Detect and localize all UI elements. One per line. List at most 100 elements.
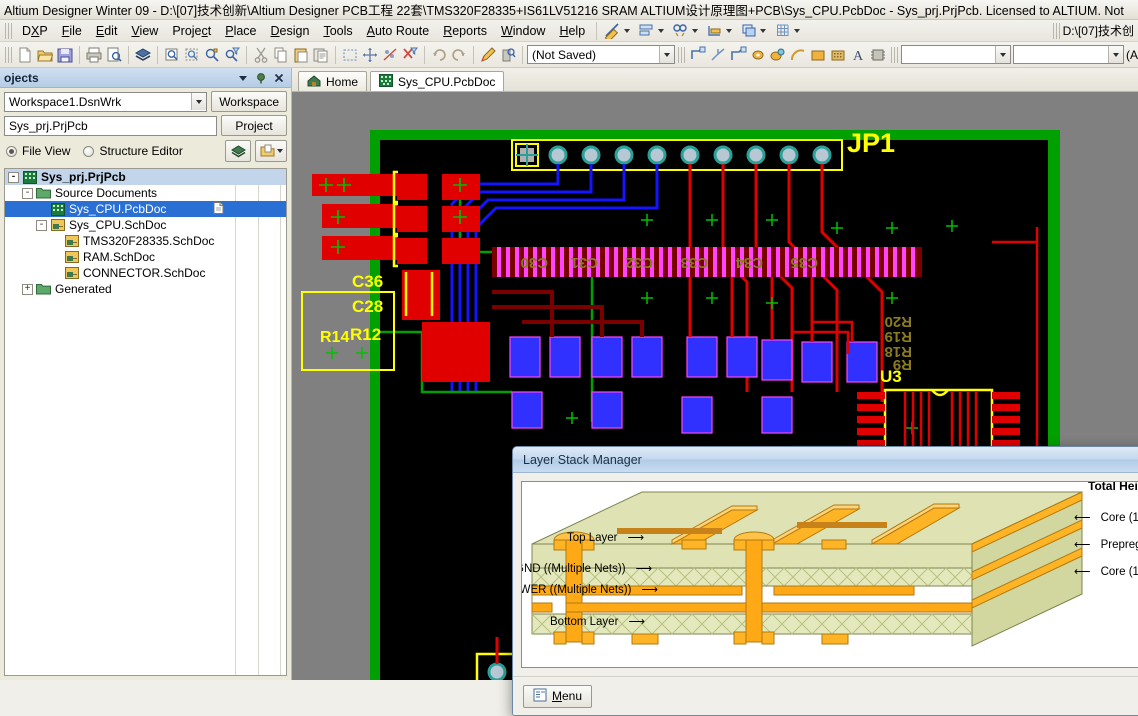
tab-sys-cpu-pcbdoc[interactable]: Sys_CPU.PcbDoc [370, 71, 505, 91]
project-combo[interactable]: Sys_prj.PrjPcb [4, 115, 217, 136]
redo-icon[interactable] [449, 45, 469, 65]
place-fill-icon[interactable] [808, 45, 828, 65]
workspace-button[interactable]: Workspace [211, 91, 287, 112]
close-icon[interactable] [272, 71, 286, 85]
open-folder-icon[interactable] [35, 45, 55, 65]
collapse-toggle-icon[interactable]: - [8, 171, 19, 183]
inspector-icon[interactable] [498, 45, 518, 65]
place-arc-track-icon[interactable] [728, 45, 748, 65]
place-string-icon[interactable]: A [848, 45, 868, 65]
workspace-combo[interactable]: Workspace1.DsnWrk [4, 91, 208, 112]
place-arc-icon[interactable] [788, 45, 808, 65]
secondary-combo[interactable] [1013, 45, 1124, 64]
menu-help[interactable]: Help [552, 22, 592, 40]
new-document-icon[interactable] [15, 45, 35, 65]
layer-stack-icon[interactable] [133, 45, 153, 65]
menu-place[interactable]: Place [218, 22, 263, 40]
open-document-button[interactable] [255, 140, 287, 162]
move-icon[interactable] [360, 45, 380, 65]
menu-window[interactable]: Window [494, 22, 552, 40]
collapse-toggle-icon[interactable]: - [36, 219, 47, 231]
find-similar-dropdown-caret[interactable] [692, 28, 699, 33]
projects-panel: ojects Workspace1.DsnWrk Workspace Sys_p… [0, 68, 292, 680]
menu-auto-route[interactable]: Auto Route [360, 22, 437, 40]
tree-node-sys-cpu-schdoc[interactable]: - Sys_CPU.SchDoc [5, 217, 286, 233]
tab-home[interactable]: Home [298, 71, 368, 91]
place-component-icon[interactable] [868, 45, 888, 65]
menu-file[interactable]: File [55, 22, 89, 40]
tree-node-tms320f28335-schdoc[interactable]: TMS320F28335.SchDoc [5, 233, 286, 249]
tree-node-ram-schdoc[interactable]: RAM.SchDoc [5, 249, 286, 265]
menu-tools[interactable]: Tools [316, 22, 359, 40]
measure-icon[interactable] [602, 21, 622, 41]
layer-select-caret[interactable] [995, 46, 1011, 63]
project-tree[interactable]: - Sys_prj.PrjPcb - Source Documents Sys_CPU.… [4, 168, 287, 676]
zoom-filter-icon[interactable] [222, 45, 242, 65]
save-icon[interactable] [55, 45, 75, 65]
collapse-toggle-icon[interactable]: - [22, 187, 33, 199]
tree-node-generated[interactable]: + Generated [5, 281, 286, 297]
print-icon[interactable] [84, 45, 104, 65]
menu-view[interactable]: View [124, 22, 165, 40]
undo-icon[interactable] [429, 45, 449, 65]
secondary-combo-caret[interactable] [1108, 46, 1123, 63]
pin-icon[interactable] [254, 71, 268, 85]
menu-dxp[interactable]: DXP [15, 22, 55, 40]
place-polygon-icon[interactable] [828, 45, 848, 65]
tree-node-source-documents[interactable]: - Source Documents [5, 185, 286, 201]
project-button[interactable]: Project [221, 115, 287, 136]
menu-reports[interactable]: Reports [436, 22, 494, 40]
select-area-icon[interactable] [340, 45, 360, 65]
measure-dropdown-caret[interactable] [624, 28, 631, 33]
cut-icon[interactable] [251, 45, 271, 65]
copy-icon[interactable] [271, 45, 291, 65]
layers-dropdown-caret[interactable] [760, 28, 767, 33]
workspace-caret[interactable] [191, 93, 207, 110]
layers-icon[interactable] [738, 21, 758, 41]
svg-text:C31: C31 [570, 254, 598, 271]
deselect-filter-icon[interactable] [400, 45, 420, 65]
save-state-combo[interactable]: (Not Saved) [527, 45, 675, 64]
svg-text:C34: C34 [735, 254, 763, 271]
menu-edit[interactable]: Edit [89, 22, 125, 40]
tree-node-sys-cpu-pcbdoc[interactable]: Sys_CPU.PcbDoc [5, 201, 286, 217]
menu-drag-grip[interactable] [5, 22, 12, 39]
place-pad-icon[interactable] [748, 45, 768, 65]
tree-node-label: CONNECTOR.SchDoc [83, 266, 206, 280]
place-via-icon[interactable] [768, 45, 788, 65]
tree-node-connector-schdoc[interactable]: CONNECTOR.SchDoc [5, 265, 286, 281]
align-icon[interactable] [636, 21, 656, 41]
dialog-menu-button[interactable]: Menu [523, 684, 593, 708]
clear-selection-icon[interactable] [380, 45, 400, 65]
dimension-icon[interactable] [704, 21, 724, 41]
tree-node-sys-prj-prjpcb[interactable]: - Sys_prj.PrjPcb [5, 169, 286, 185]
place-line-icon[interactable] [708, 45, 728, 65]
zoom-selected-icon[interactable] [202, 45, 222, 65]
paste-icon[interactable] [291, 45, 311, 65]
projects-panel-title: ojects [4, 70, 39, 85]
radio-file-view[interactable] [6, 145, 17, 157]
paste-special-icon[interactable] [311, 45, 331, 65]
menu-project[interactable]: Project [165, 22, 218, 40]
highlight-pen-icon[interactable] [478, 45, 498, 65]
place-track-icon[interactable] [688, 45, 708, 65]
window-title-text: Altium Designer Winter 09 - D:\[07]技术创新\… [4, 4, 1124, 18]
grid-icon[interactable] [772, 21, 792, 41]
radio-structure-editor[interactable] [83, 145, 95, 157]
project-options-button[interactable] [225, 140, 251, 162]
save-state-caret[interactable] [658, 46, 674, 63]
dimension-dropdown-caret[interactable] [726, 28, 733, 33]
print-preview-icon[interactable] [104, 45, 124, 65]
chevron-down-icon[interactable] [236, 71, 250, 85]
find-similar-icon[interactable] [670, 21, 690, 41]
layer-stack-preview[interactable]: Top Layer ⟶ GND ((Multiple Nets)) ⟶ POWE… [521, 481, 1138, 669]
tree-node-label: Sys_CPU.PcbDoc [69, 202, 167, 216]
menu-design[interactable]: Design [264, 22, 317, 40]
grid-dropdown-caret[interactable] [794, 28, 801, 33]
zoom-area-icon[interactable] [182, 45, 202, 65]
expand-toggle-icon[interactable]: + [22, 283, 33, 295]
zoom-document-icon[interactable] [162, 45, 182, 65]
toolbar-drag-grip[interactable] [5, 46, 12, 63]
align-dropdown-caret[interactable] [658, 28, 665, 33]
layer-select-combo[interactable] [900, 45, 1012, 64]
